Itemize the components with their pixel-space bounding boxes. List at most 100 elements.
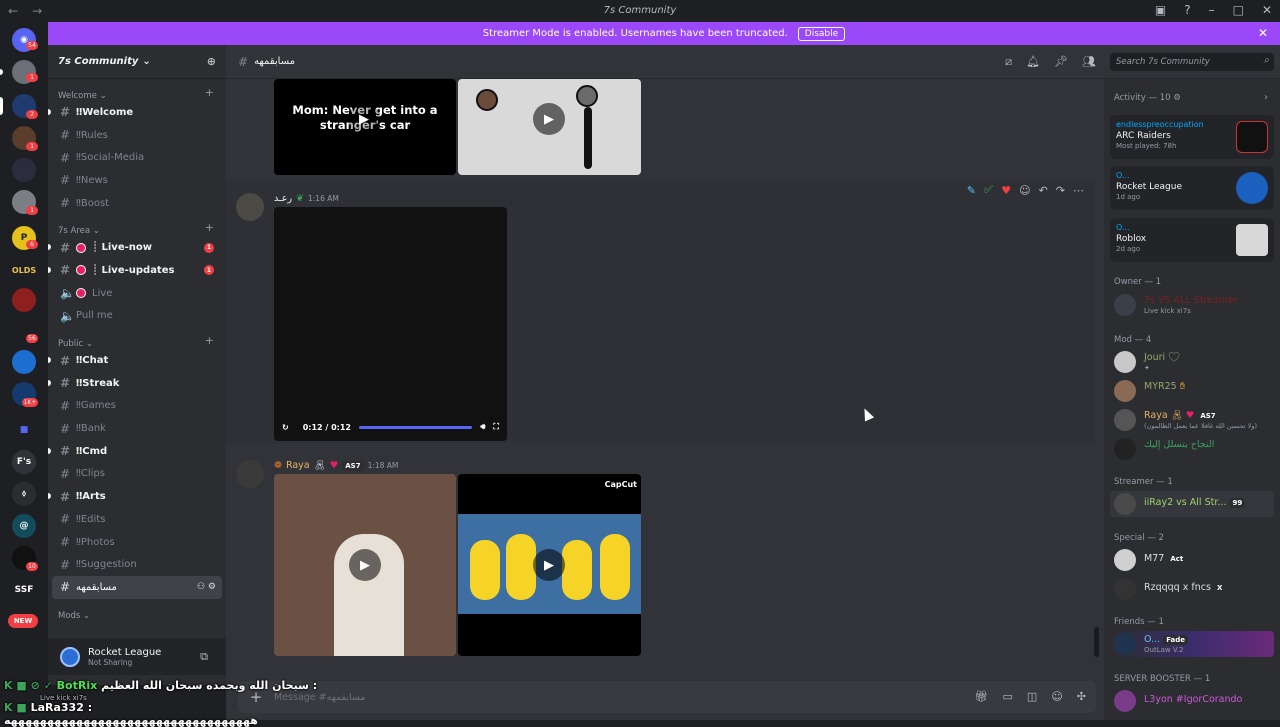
member-row[interactable]: L3yon #IgorCorando <box>1104 688 1280 714</box>
channel-bank[interactable]: # ‼ Bank <box>48 417 226 440</box>
member-row[interactable]: Raya 🧸︎ ♥ AS7 (ولا تحسبن الله غافلا عما … <box>1104 407 1280 433</box>
avatar[interactable] <box>236 193 264 221</box>
video-progress[interactable] <box>359 425 473 429</box>
apps-icon[interactable]: ✣ <box>1077 690 1086 703</box>
folder-icon[interactable]: ■ <box>12 418 36 442</box>
activity-card[interactable]: O... Rocket League 1d ago <box>1110 166 1274 210</box>
maximize-icon[interactable]: □ <box>1233 3 1244 17</box>
play-icon[interactable]: ▶ <box>348 103 380 135</box>
scrollbar[interactable] <box>1094 627 1099 657</box>
bell-icon[interactable]: 🔔︎ <box>1026 55 1040 69</box>
gif-icon[interactable]: ▭ <box>1003 690 1013 703</box>
fullscreen-icon[interactable]: ⛶ <box>493 422 499 432</box>
category-welcome[interactable]: Welcome ⌄ + <box>48 79 226 101</box>
member-row[interactable]: النجاح يتسلل إليك <box>1104 436 1280 462</box>
message-input[interactable]: + Message #مسابقمهه 🎁︎ ▭ ◫ ☺ ✣ <box>238 681 1096 713</box>
member-row[interactable]: iiRay2 vs All Str... 99 <box>1110 491 1274 517</box>
add-channel-icon[interactable]: + <box>205 334 214 347</box>
member-row[interactable]: Rzqqqq x fncs X <box>1104 576 1280 602</box>
members-icon[interactable]: 👥︎ <box>1082 55 1096 69</box>
invite-icon[interactable]: ⊕ <box>207 55 216 68</box>
close-window-icon[interactable]: ✕ <box>1262 3 1272 17</box>
video-attachment[interactable]: ▶ <box>274 474 456 656</box>
add-reaction-icon[interactable]: ☺ <box>1019 184 1030 197</box>
video-player[interactable]: ↻ 0:12 / 0:12 🔊︎ ⛶ <box>274 207 507 441</box>
channel-boost[interactable]: # ‼ Boost <box>48 192 226 215</box>
activity-card[interactable]: endlesspreoccupation ARC Raiders Most pl… <box>1110 115 1274 159</box>
heart-reaction-icon[interactable]: ♥ <box>1001 184 1011 197</box>
channel-streak[interactable]: # ‼ Streak <box>48 372 226 395</box>
inbox-icon[interactable]: ▣ <box>1155 3 1166 17</box>
channel-games[interactable]: # ‼ Games <box>48 395 226 418</box>
channel-live-now[interactable]: # ┊ Live-now 1 <box>48 236 226 259</box>
server-icon[interactable] <box>12 158 36 182</box>
replay-icon[interactable]: ↻ <box>282 423 289 432</box>
category-public[interactable]: Public ⌄ + <box>48 327 226 349</box>
forward-icon[interactable]: ↷ <box>1056 184 1065 197</box>
emoji-icon[interactable]: ☺ <box>1051 690 1062 703</box>
server-header[interactable]: 7s Community ⌄ ⊕ <box>48 45 226 79</box>
channel-edits[interactable]: # ‼ Edits <box>48 508 226 531</box>
reaction-icon[interactable]: ✎ <box>967 184 976 197</box>
channel-chat[interactable]: # ‼ Chat <box>48 349 226 372</box>
server-icon[interactable]: @ <box>12 514 36 538</box>
channel-live-updates[interactable]: # ┊ Live-updates 1 <box>48 259 226 282</box>
add-channel-icon[interactable]: + <box>205 86 214 99</box>
server-fs[interactable]: F's <box>12 450 36 474</box>
activity-card[interactable]: O... Roblox 2d ago <box>1110 218 1274 262</box>
play-icon[interactable]: ▶ <box>349 549 381 581</box>
check-reaction-icon[interactable]: ✅︎ <box>984 183 993 197</box>
member-row[interactable]: 7s VS ALL Streamer Live kick xi7s <box>1104 292 1280 318</box>
channel-pull-me[interactable]: 🔈 Pull me <box>48 305 226 328</box>
video-attachment[interactable]: CapCut ▶ <box>458 474 641 656</box>
server-olds[interactable]: OLDS <box>10 258 38 282</box>
channel-news[interactable]: # ‼ News <box>48 169 226 192</box>
channel-settings-icon[interactable]: ⚇ ⚙ <box>197 582 216 592</box>
channel-suggestion[interactable]: # ‼ Suggestion <box>48 553 226 576</box>
help-icon[interactable]: ? <box>1184 3 1190 17</box>
search-input[interactable]: Search 7s Community ⌕ <box>1110 53 1274 71</box>
play-icon[interactable]: ▶ <box>533 549 565 581</box>
channel-clips[interactable]: # ‼ Clips <box>48 463 226 486</box>
reply-icon[interactable]: ↶ <box>1039 184 1048 197</box>
channel-musabaqa[interactable]: # مسابقمهه ⚇ ⚙ <box>52 576 222 599</box>
server-ssf[interactable]: SSF <box>12 578 36 602</box>
hash-icon: # <box>60 444 71 459</box>
minimize-icon[interactable]: – <box>1209 3 1215 17</box>
category-mods[interactable]: Mods ⌄ <box>48 599 226 621</box>
channel-arts[interactable]: # ‼ Arts <box>48 485 226 508</box>
server-icon[interactable]: ⬨ <box>12 482 36 506</box>
play-icon[interactable]: ▶ <box>533 103 565 135</box>
message-list[interactable]: Mom: Never get into a stranger's car ▶ ▶… <box>226 79 1104 677</box>
channel-live-voice[interactable]: 🔈 Live <box>48 282 226 305</box>
channel-cmd[interactable]: # ‼ Cmd <box>48 440 226 463</box>
channel-photos[interactable]: # ‼ Photos <box>48 531 226 554</box>
sticker-icon[interactable]: ◫ <box>1027 690 1037 703</box>
member-row[interactable]: MYR25 ✋︎ <box>1104 378 1280 404</box>
category-7s-area[interactable]: 7s Area ⌄ + <box>48 214 226 236</box>
member-row[interactable]: Jouri 🤍︎ ✦ <box>1104 349 1280 375</box>
server-icon[interactable] <box>12 350 36 374</box>
add-channel-icon[interactable]: + <box>205 221 214 234</box>
member-row[interactable]: M77 Act <box>1104 547 1280 573</box>
video-attachment[interactable]: Mom: Never get into a stranger's car ▶ <box>274 79 456 175</box>
author-name[interactable]: رعـد <box>274 193 292 204</box>
more-icon[interactable]: ⋯ <box>1073 184 1084 197</box>
threads-icon[interactable]: ⧄ <box>1005 55 1012 69</box>
server-icon[interactable] <box>12 288 36 312</box>
activity-panel[interactable]: Rocket League Not Sharing ⧉ <box>48 638 226 675</box>
channel-welcome[interactable]: # ‼ Welcome <box>48 101 226 124</box>
video-attachment[interactable]: ▶ <box>458 79 641 175</box>
banner-close-icon[interactable]: ✕ <box>1258 26 1268 40</box>
screen-share-icon[interactable]: ⧉ <box>200 650 208 664</box>
volume-icon[interactable]: 🔊︎ <box>480 422 485 432</box>
channel-rules[interactable]: # ‼ Rules <box>48 124 226 147</box>
gift-icon[interactable]: 🎁︎ <box>975 690 989 703</box>
member-row[interactable]: O... Fade OutLaw V.2 <box>1110 631 1274 657</box>
pin-icon[interactable]: 📌︎ <box>1054 55 1068 69</box>
disable-button[interactable]: Disable <box>797 26 846 41</box>
avatar[interactable] <box>236 460 264 488</box>
channel-social-media[interactable]: # ‼ Social-Media <box>48 146 226 169</box>
author-name[interactable]: Raya <box>286 460 310 471</box>
cartoon-head <box>476 89 498 111</box>
